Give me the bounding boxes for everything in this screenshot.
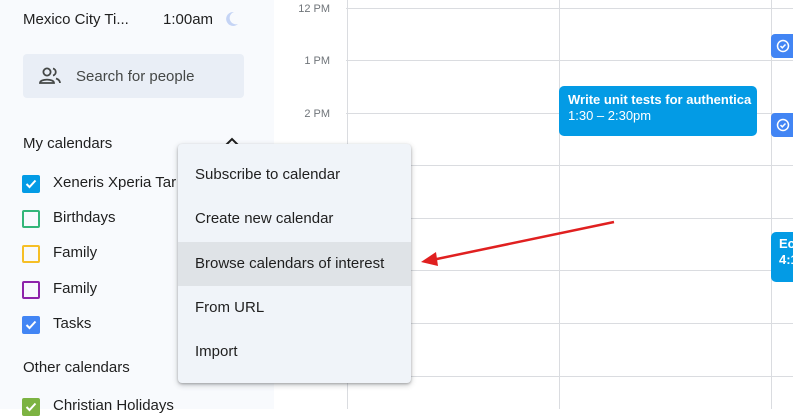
calendar-label: Family [53, 280, 98, 297]
checkbox-unchecked-icon[interactable] [22, 245, 40, 263]
time-label: 2 PM [304, 108, 330, 120]
my-calendars-title[interactable]: My calendars [23, 135, 112, 152]
menu-item-from-url[interactable]: From URL [178, 286, 411, 330]
menu-item-import[interactable]: Import [178, 330, 411, 374]
timezone-row: Mexico City Ti... 1:00am [23, 11, 253, 29]
menu-item-label: From URL [195, 299, 265, 316]
hour-line [346, 270, 793, 271]
event-title: Ec [779, 236, 793, 251]
task-chip[interactable] [771, 34, 793, 58]
time-label: 12 PM [298, 3, 330, 15]
hour-line [346, 8, 793, 9]
calendar-label: Family [53, 244, 98, 261]
menu-item-create-new[interactable]: Create new calendar [178, 197, 411, 241]
task-check-icon [776, 39, 790, 53]
hour-line [346, 376, 793, 377]
calendar-label: Tasks [53, 315, 92, 332]
search-placeholder: Search for people [76, 68, 195, 85]
event-title: Write unit tests for authentica [568, 92, 752, 107]
checkbox-checked-icon[interactable] [22, 316, 40, 334]
task-chip[interactable] [771, 113, 793, 137]
menu-item-subscribe[interactable]: Subscribe to calendar [178, 153, 411, 197]
checkbox-checked-icon[interactable] [22, 398, 40, 416]
event-write-unit-tests[interactable]: Write unit tests for authentica 1:30 – 2… [559, 86, 757, 136]
calendar-item-tasks[interactable]: Tasks [22, 314, 182, 336]
menu-item-browse-interest[interactable]: Browse calendars of interest [178, 242, 411, 286]
search-for-people[interactable]: Search for people [23, 54, 244, 98]
calendar-item-xeneris[interactable]: Xeneris Xperia Tar [22, 173, 182, 195]
hour-line [346, 218, 793, 219]
task-check-icon [776, 118, 790, 132]
hour-line [346, 60, 793, 61]
event-partial[interactable]: Ec 4:1 [771, 232, 793, 282]
checkbox-unchecked-icon[interactable] [22, 210, 40, 228]
calendar-item-family-yellow[interactable]: Family [22, 243, 182, 265]
calendar-label: Birthdays [53, 209, 116, 226]
moon-icon [225, 11, 239, 31]
calendar-label: Christian Holidays [53, 397, 174, 414]
timezone-name: Mexico City Ti... [23, 11, 129, 28]
menu-item-label: Subscribe to calendar [195, 166, 341, 183]
calendar-item-christian-holidays[interactable]: Christian Holidays [22, 396, 182, 418]
time-label: 1 PM [304, 55, 330, 67]
calendar-item-family-purple[interactable]: Family [22, 279, 182, 301]
timezone-time: 1:00am [163, 11, 214, 28]
menu-item-label: Create new calendar [195, 210, 334, 227]
event-time: 4:1 [779, 252, 793, 267]
hour-line [346, 165, 793, 166]
other-calendars-title[interactable]: Other calendars [23, 359, 130, 376]
people-icon [38, 66, 62, 91]
day-divider [559, 0, 560, 409]
menu-item-label: Browse calendars of interest [195, 255, 385, 272]
calendar-label: Xeneris Xperia Tar [53, 174, 177, 191]
calendar-item-birthdays[interactable]: Birthdays [22, 208, 182, 230]
checkbox-unchecked-icon[interactable] [22, 281, 40, 299]
event-time: 1:30 – 2:30pm [568, 108, 652, 123]
day-divider [771, 0, 772, 409]
add-calendar-menu: Subscribe to calendar Create new calenda… [178, 144, 411, 383]
menu-item-label: Import [195, 343, 238, 360]
checkbox-checked-icon[interactable] [22, 175, 40, 193]
hour-line [346, 323, 793, 324]
